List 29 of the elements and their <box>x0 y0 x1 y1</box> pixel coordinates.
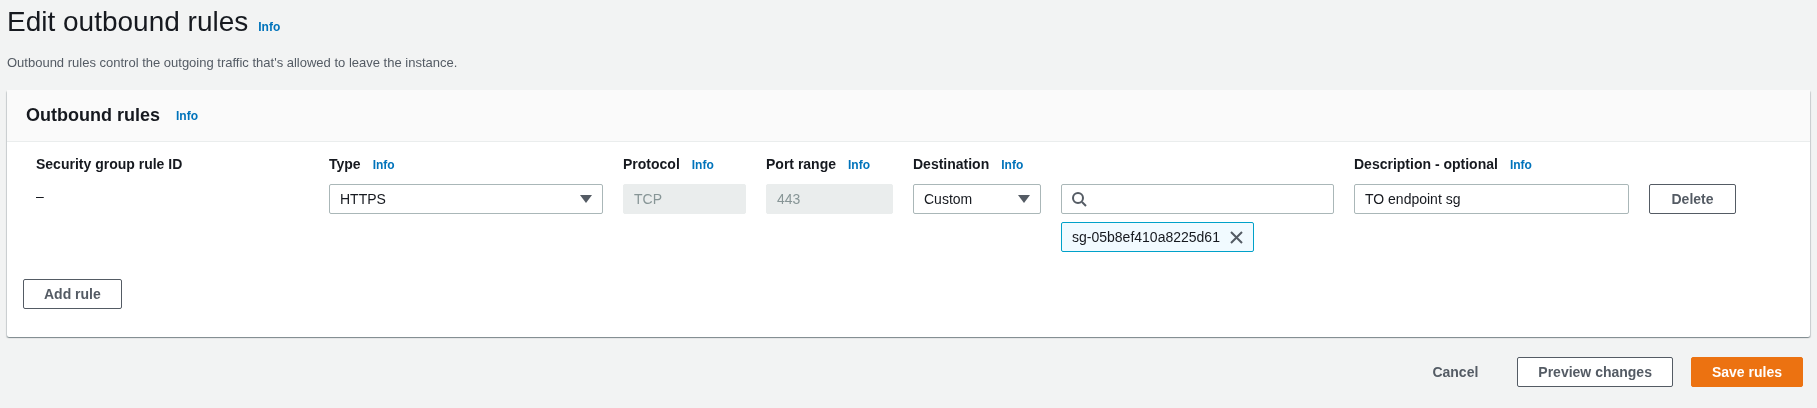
page-title: Edit outbound rules <box>7 5 249 39</box>
search-field[interactable] <box>1061 184 1334 214</box>
cancel-button[interactable]: Cancel <box>1411 357 1500 387</box>
info-link[interactable]: Info <box>258 20 281 34</box>
select-field[interactable]: Custom <box>913 184 1041 214</box>
input-field[interactable]: TO endpoint sg <box>1354 184 1629 214</box>
info-link[interactable]: Info <box>176 108 198 123</box>
save-button[interactable]: Save rules <box>1690 357 1803 387</box>
column-header: Type <box>329 156 361 172</box>
page-description: Outbound rules control the outgoing traffic that's allowed to leave the instance. <box>7 55 459 70</box>
preview-button[interactable]: Preview changes <box>1517 357 1673 387</box>
column-header: Description - optional <box>1354 156 1498 172</box>
delete-button[interactable]: Delete <box>1649 184 1736 214</box>
column-header: Port range <box>766 156 836 172</box>
column-header: Security group rule ID <box>36 156 183 172</box>
panel-title: Outbound rules <box>26 105 160 126</box>
column-header: Protocol <box>623 156 680 172</box>
rule-id: – <box>36 187 45 206</box>
info-link[interactable]: Info <box>372 158 395 172</box>
close-icon[interactable] <box>1229 230 1243 244</box>
add-rule-button[interactable]: Add rule <box>23 279 122 309</box>
search-icon <box>1072 191 1087 207</box>
caret-icon <box>580 195 592 203</box>
token-label: sg-05b8ef410a8225d61 <box>1072 229 1220 245</box>
caret-icon <box>1018 195 1030 203</box>
column-header: Destination <box>913 156 990 172</box>
select-field[interactable]: HTTPS <box>329 184 603 214</box>
info-link[interactable]: Info <box>1509 158 1532 172</box>
info-link[interactable]: Info <box>1001 158 1024 172</box>
